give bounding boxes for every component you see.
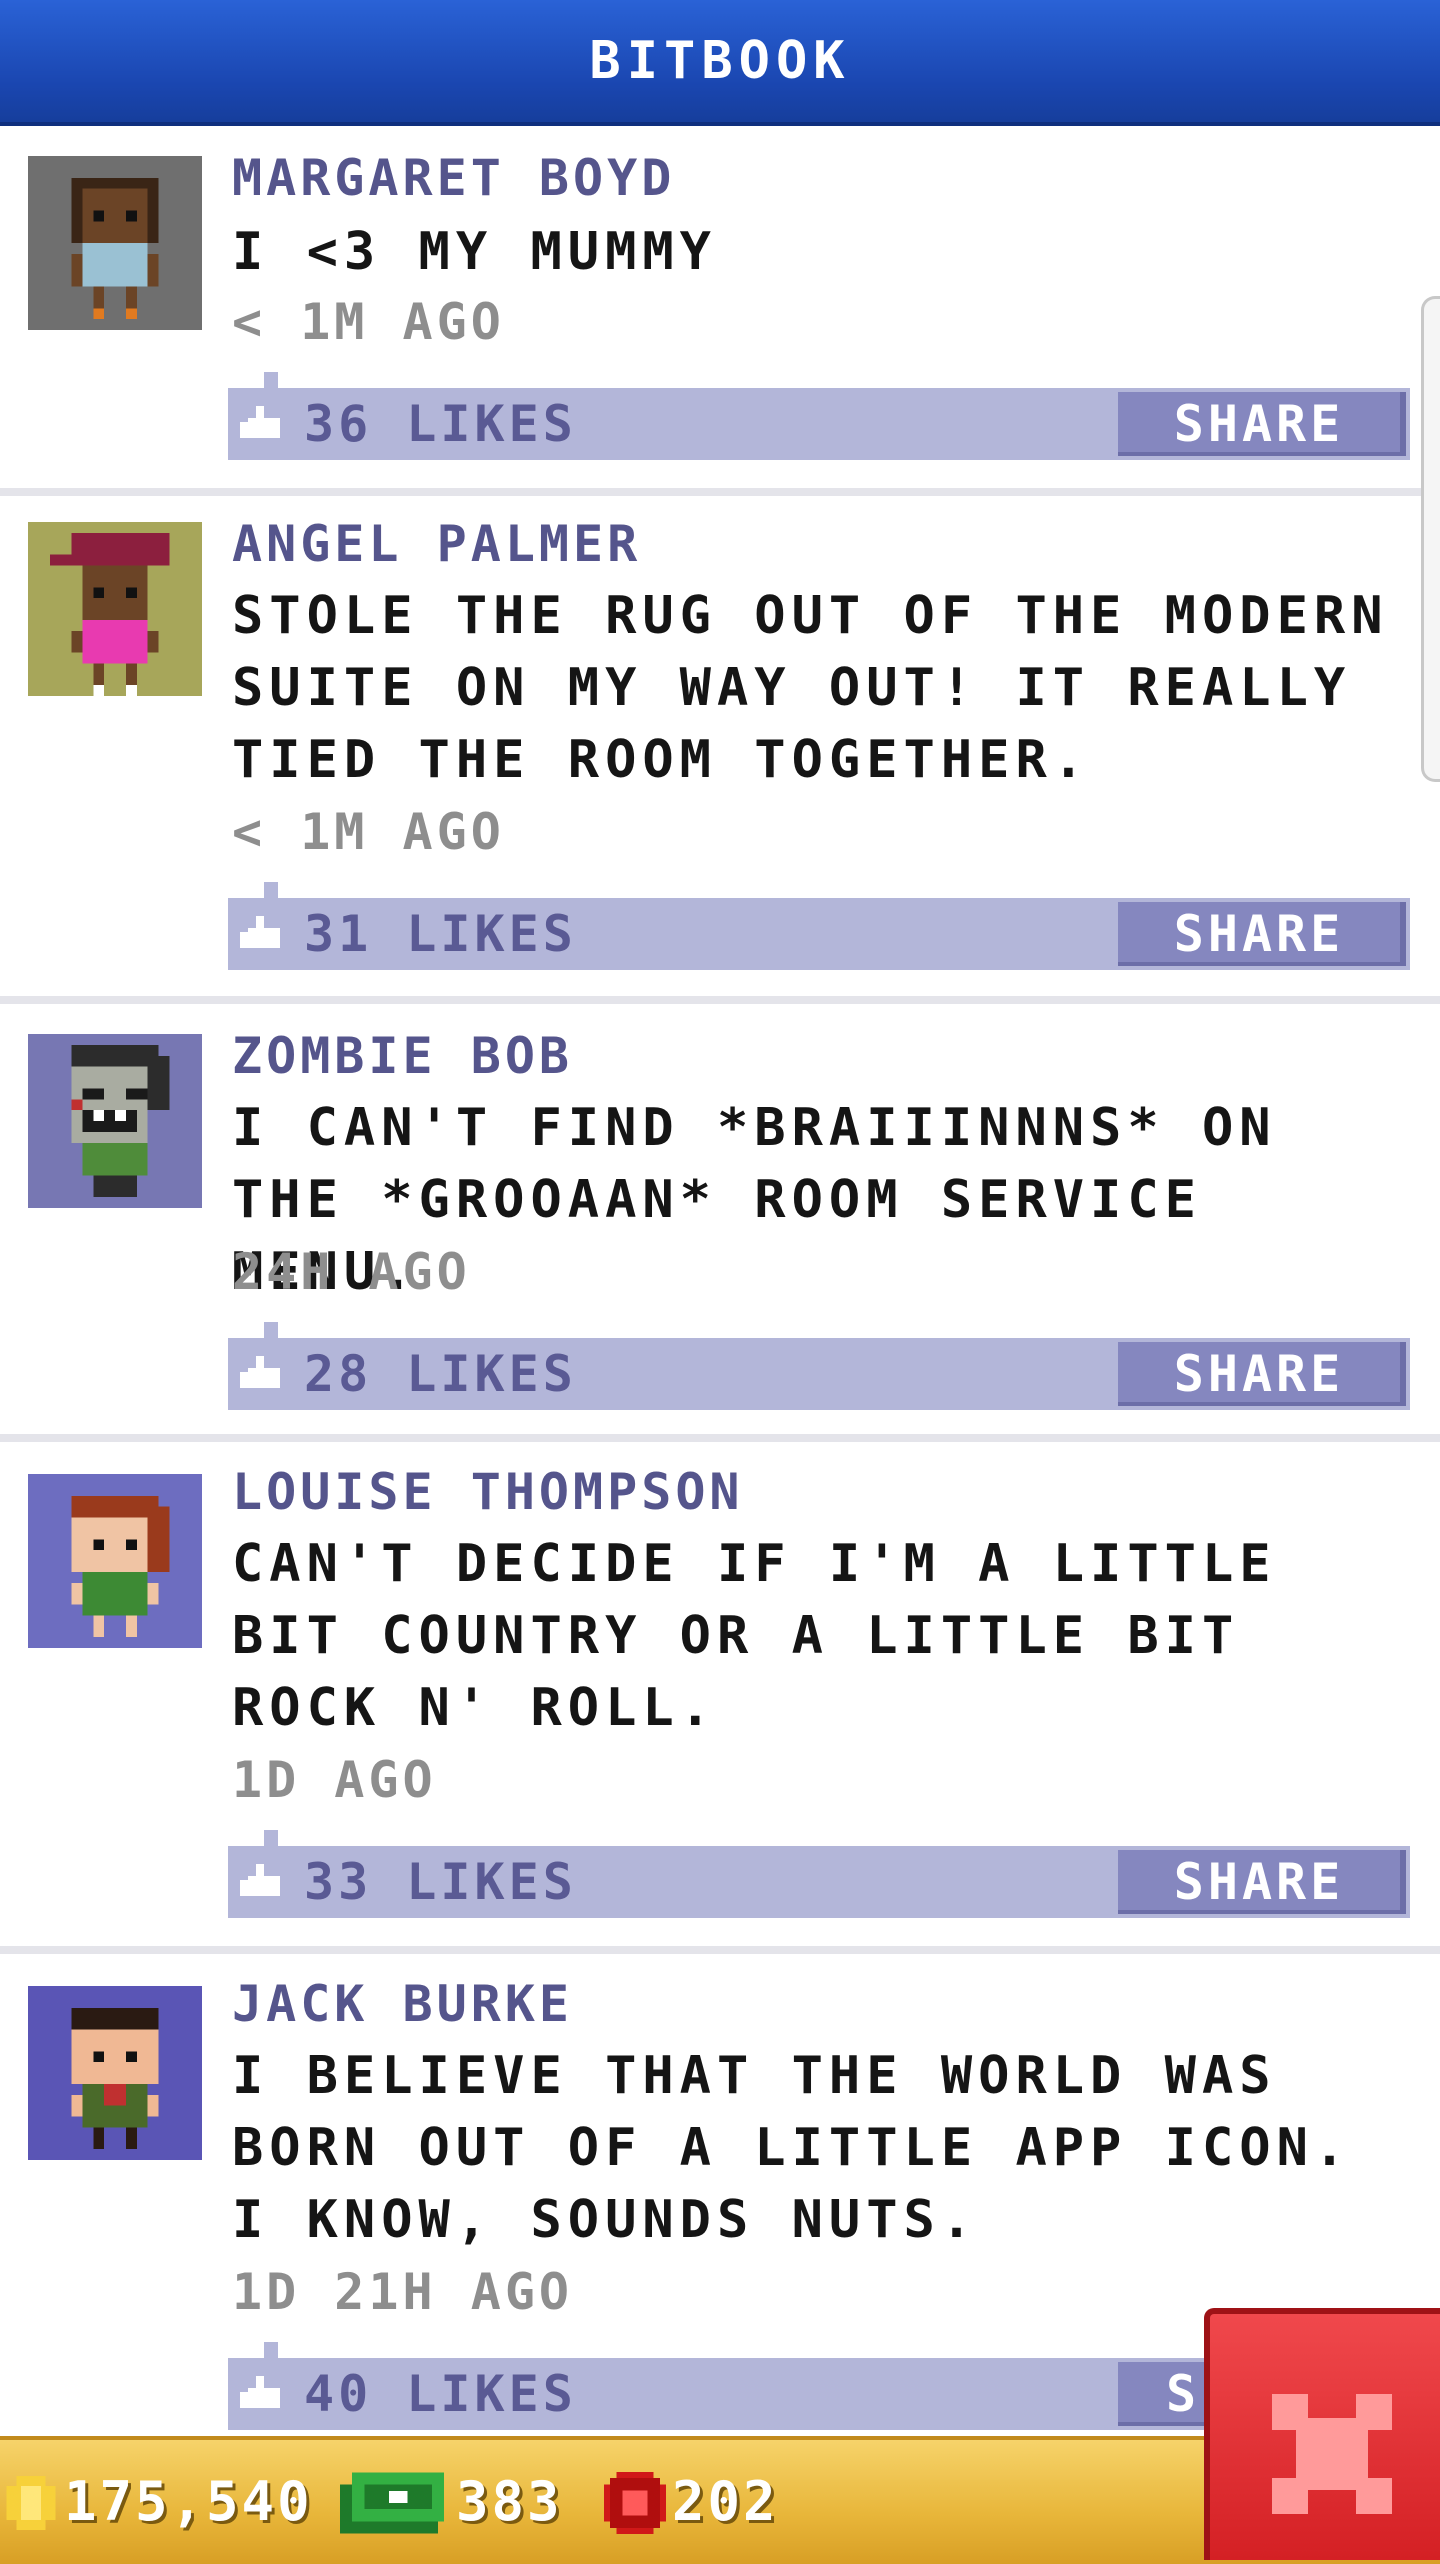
like-count: 36 LIKES — [304, 395, 577, 453]
post-author[interactable]: MARGARET BOYD — [232, 148, 675, 208]
post-message: CAN'T DECIDE IF I'M A LITTLE BIT COUNTRY… — [232, 1534, 1277, 1738]
post-author[interactable]: ZOMBIE BOB — [232, 1026, 573, 1086]
post-divider — [0, 996, 1440, 1004]
post-time: 1D 21H AGO — [232, 2263, 574, 2321]
thumbs-up-icon[interactable] — [240, 2376, 284, 2412]
feed-post: MARGARET BOYD I <3 MY MUMMY < 1M AGO 36 … — [0, 126, 1440, 488]
thumbs-up-icon[interactable] — [240, 916, 284, 952]
cash-icon — [340, 2472, 444, 2534]
post-divider — [0, 1434, 1440, 1442]
share-button[interactable]: SHARE — [1118, 902, 1406, 966]
feed-post: ZOMBIE BOB I CAN'T FIND *BRAIIINNNS* ON … — [0, 1004, 1440, 1434]
like-bar[interactable]: 36 LIKES SHARE — [228, 372, 1410, 460]
like-bar-tab — [264, 1322, 278, 1338]
thumbs-up-icon[interactable] — [240, 1356, 284, 1392]
thumbs-up-icon[interactable] — [240, 1864, 284, 1900]
avatar-zombie-bob-icon — [28, 1034, 202, 1208]
coin-count: 175,540 — [64, 2470, 313, 2533]
like-bar-tab — [264, 882, 278, 898]
post-author[interactable]: ANGEL PALMER — [232, 514, 641, 574]
thumbs-up-icon[interactable] — [240, 406, 284, 442]
avatar[interactable] — [28, 1986, 202, 2160]
avatar-louise-thompson-icon — [28, 1474, 202, 1648]
post-divider — [0, 488, 1440, 496]
like-bar[interactable]: 31 LIKES SHARE — [228, 882, 1410, 970]
scroll-handle[interactable] — [1421, 296, 1440, 782]
avatar[interactable] — [28, 1034, 202, 1208]
post-divider — [0, 1946, 1440, 1954]
coin-icon — [6, 2476, 56, 2530]
post-time: < 1M AGO — [232, 293, 505, 351]
like-count: 28 LIKES — [304, 1345, 577, 1403]
close-button[interactable] — [1204, 2308, 1440, 2560]
share-button[interactable]: SHARE — [1118, 1342, 1406, 1406]
avatar[interactable] — [28, 156, 202, 330]
feed-post: LOUISE THOMPSON CAN'T DECIDE IF I'M A LI… — [0, 1442, 1440, 1946]
bux-icon — [604, 2472, 666, 2534]
like-bar[interactable]: 28 LIKES SHARE — [228, 1322, 1410, 1410]
post-time: < 1M AGO — [232, 803, 505, 861]
post-message: I <3 MY MUMMY — [232, 222, 717, 282]
avatar-margaret-boyd-icon — [28, 156, 202, 330]
share-button[interactable]: SHARE — [1118, 392, 1406, 456]
like-bar-tab — [264, 372, 278, 388]
avatar-jack-burke-icon — [28, 1986, 202, 2160]
avatar-angel-palmer-icon — [28, 522, 202, 696]
bux-count: 202 — [672, 2470, 779, 2533]
close-icon — [1272, 2394, 1392, 2514]
app-title-bar: BITBOOK — [0, 0, 1440, 126]
cash-count: 383 — [456, 2470, 563, 2533]
like-bar-tab — [264, 1830, 278, 1846]
avatar[interactable] — [28, 1474, 202, 1648]
avatar[interactable] — [28, 522, 202, 696]
feed-post: ANGEL PALMER STOLE THE RUG OUT OF THE MO… — [0, 496, 1440, 996]
like-count: 31 LIKES — [304, 905, 577, 963]
like-count: 40 LIKES — [304, 2365, 577, 2423]
post-author[interactable]: LOUISE THOMPSON — [232, 1462, 744, 1522]
post-author[interactable]: JACK BURKE — [232, 1974, 573, 2034]
post-time: 1D AGO — [232, 1751, 437, 1809]
post-message: STOLE THE RUG OUT OF THE MODERN SUITE ON… — [232, 586, 1389, 790]
post-time: 24H AGO — [232, 1243, 471, 1301]
like-bar-tab — [264, 2342, 278, 2358]
like-count: 33 LIKES — [304, 1853, 577, 1911]
app-title: BITBOOK — [589, 31, 851, 91]
share-button[interactable]: SHARE — [1118, 1850, 1406, 1914]
post-message: I BELIEVE THAT THE WORLD WAS BORN OUT OF… — [232, 2046, 1352, 2250]
like-bar[interactable]: 33 LIKES SHARE — [228, 1830, 1410, 1918]
